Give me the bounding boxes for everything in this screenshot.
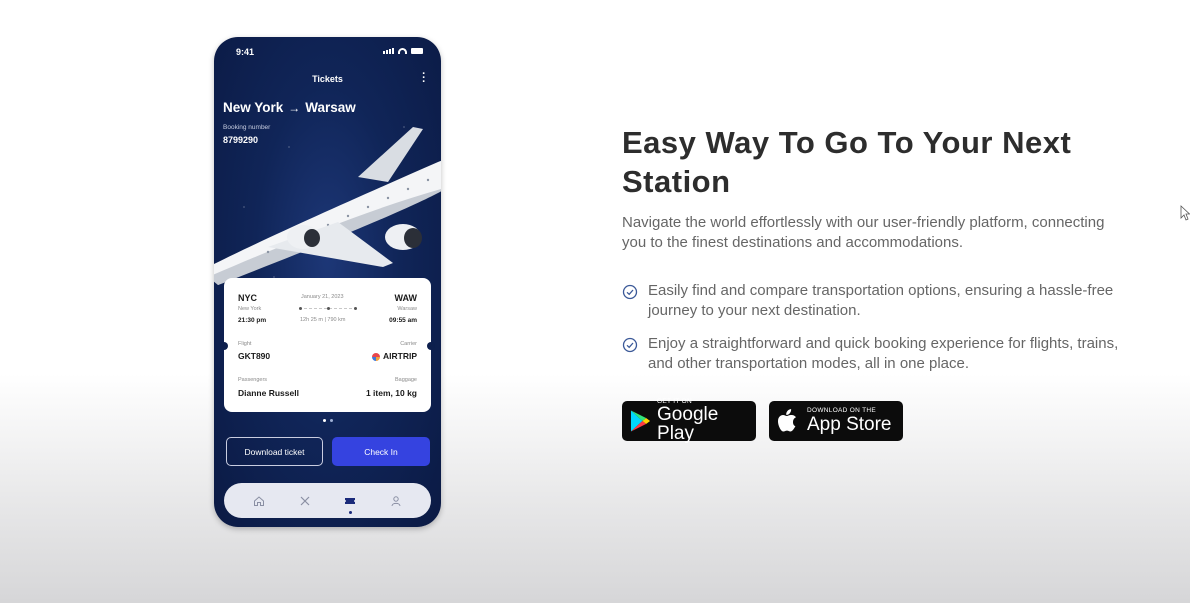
feature-item: Enjoy a straightforward and quick bookin…: [622, 334, 1127, 374]
bottom-tab-bar: [224, 483, 431, 518]
flight-duration: 12h 25 m | 790 km: [300, 317, 346, 323]
google-play-button[interactable]: GET IT ON Google Play: [622, 398, 756, 445]
carrier-name: AIRTRIP: [383, 351, 417, 361]
screen-title: Tickets: [312, 74, 343, 84]
from-city: New York: [238, 306, 262, 312]
google-play-label: Google Play: [657, 404, 719, 445]
feature-text: Enjoy a straightforward and quick bookin…: [648, 335, 1119, 372]
airplane-icon[interactable]: [294, 490, 316, 512]
ticket-notch-right: [427, 342, 435, 350]
download-ticket-button[interactable]: Download ticket: [226, 437, 323, 466]
feature-text: Easily find and compare transportation o…: [648, 282, 1114, 319]
home-icon[interactable]: [248, 490, 270, 512]
to-city: Warsaw: [397, 306, 417, 312]
airtrip-logo-icon: [372, 352, 380, 361]
carrier-value: AIRTRIP: [372, 351, 417, 361]
mouse-cursor-icon: [1180, 205, 1190, 221]
passengers-label: Passengers: [238, 377, 268, 383]
passengers-value: Dianne Russell: [238, 388, 299, 398]
check-circle-icon: [622, 337, 638, 353]
arrive-time: 09:55 am: [389, 317, 417, 324]
app-store-label: App Store: [807, 413, 892, 435]
airplane-image: [214, 127, 441, 285]
battery-icon: [411, 48, 423, 54]
more-menu-icon[interactable]: · · ·: [422, 69, 426, 88]
ticket-notch-left: [220, 342, 228, 350]
wifi-icon: [398, 48, 407, 54]
destination-city: Warsaw: [305, 100, 356, 115]
phone-mockup: 9:41 Tickets · · · New York → Warsaw Booki…: [214, 37, 441, 527]
depart-time: 21:30 pm: [238, 317, 267, 324]
origin-city: New York: [223, 100, 284, 115]
flight-label: Flight: [238, 341, 252, 347]
route-header: New York → Warsaw: [223, 100, 356, 115]
status-icons: [383, 48, 423, 54]
from-code: NYC: [238, 293, 258, 303]
page-headline: Easy Way To Go To Your Next Station: [622, 125, 1072, 199]
feature-item: Easily find and compare transportation o…: [622, 281, 1127, 321]
baggage-value: 1 item, 10 kg: [365, 388, 417, 398]
signal-icon: [383, 48, 394, 54]
carousel-pager[interactable]: [214, 419, 441, 422]
profile-icon[interactable]: [385, 490, 407, 512]
arrow-right-icon: →: [288, 100, 301, 115]
ticket-card[interactable]: NYC New York 21:30 pm January 21, 2023 1…: [220, 278, 435, 412]
apple-icon: [778, 409, 796, 432]
check-in-button[interactable]: Check In: [332, 437, 430, 466]
to-code: WAW: [394, 293, 418, 303]
route-line: [299, 307, 357, 310]
google-play-icon: [630, 410, 651, 432]
ticket-icon[interactable]: [339, 490, 361, 514]
app-store-button[interactable]: DOWNLOAD ON THE App Store: [769, 401, 903, 441]
flight-value: GKT890: [238, 351, 271, 361]
lead-paragraph: Navigate the world effortlessly with our…: [622, 214, 1105, 251]
check-circle-icon: [622, 284, 638, 300]
flight-date: January 21, 2023: [301, 294, 344, 300]
carrier-label: Carrier: [400, 341, 417, 347]
baggage-label: Baggage: [394, 377, 417, 383]
status-time: 9:41: [236, 47, 255, 57]
